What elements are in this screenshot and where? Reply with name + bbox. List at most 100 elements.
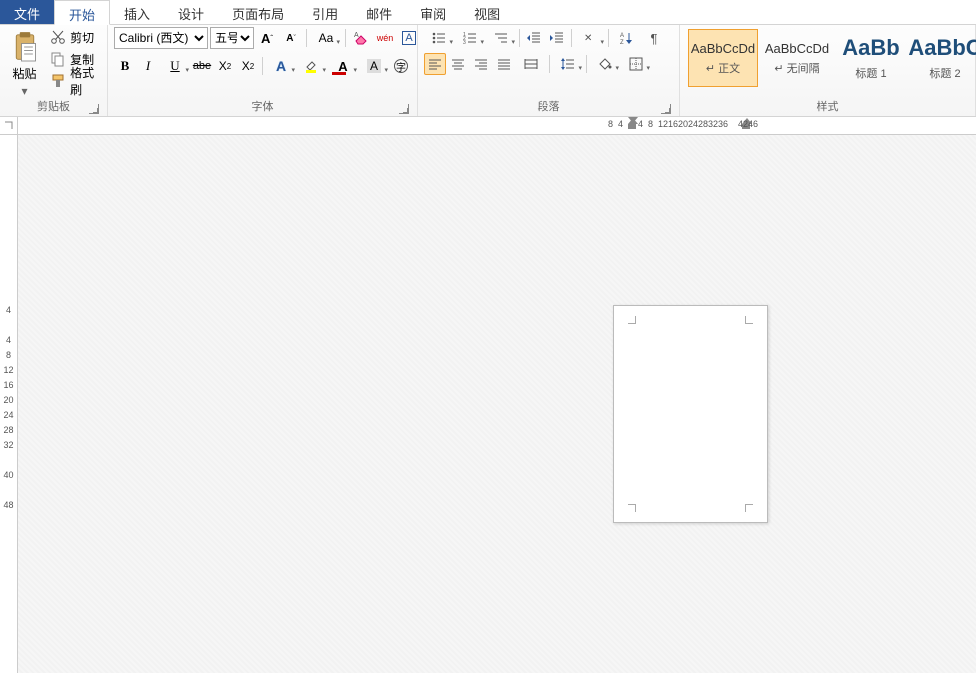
tab-layout[interactable]: 页面布局	[218, 0, 298, 24]
tab-insert[interactable]: 插入	[110, 0, 164, 24]
numbered-list-button[interactable]: 123▾	[455, 27, 485, 49]
align-right-button[interactable]	[470, 53, 492, 75]
hruler-tick: 32	[708, 119, 718, 129]
vruler-tick: 4	[0, 335, 17, 350]
chevron-down-icon: ▾	[22, 84, 28, 98]
increase-indent-button[interactable]	[546, 27, 568, 49]
borders-button[interactable]: ▾	[621, 53, 651, 75]
paragraph-launcher[interactable]	[661, 104, 671, 114]
line-spacing-button[interactable]: ▾	[553, 53, 583, 75]
style-name: 标题 2	[929, 65, 960, 81]
group-paragraph-label: 段落	[538, 101, 560, 113]
align-right-icon	[473, 56, 489, 72]
bullets-icon	[431, 30, 447, 46]
superscript-button[interactable]: X2	[237, 55, 259, 77]
tab-file[interactable]: 文件	[0, 0, 54, 24]
cut-button[interactable]: 剪切	[47, 27, 101, 47]
italic-button[interactable]: I	[137, 55, 159, 77]
svg-text:3: 3	[463, 40, 466, 46]
justify-button[interactable]	[493, 53, 515, 75]
font-family-select[interactable]: Calibri (西文)	[114, 27, 208, 49]
vruler-tick: 12	[0, 365, 17, 380]
vruler-tick: 4	[0, 305, 17, 320]
clipboard-launcher[interactable]	[89, 104, 99, 114]
vruler-tick: 32	[0, 440, 17, 455]
group-styles: AaBbCcDd↵ 正文AaBbCcDd↵ 无间隔AaBb标题 1AaBbC 标题…	[680, 25, 976, 116]
distribute-icon	[523, 56, 539, 72]
group-font: Calibri (西文) 五号 Aˆ Aˇ Aa▾ A wén A B I U▾…	[108, 25, 418, 116]
align-left-icon	[427, 56, 443, 72]
bullet-list-button[interactable]: ▾	[424, 27, 454, 49]
document-canvas[interactable]	[18, 135, 976, 673]
scissors-icon	[50, 29, 66, 45]
tab-design[interactable]: 设计	[164, 0, 218, 24]
show-marks-button[interactable]: ¶	[643, 27, 665, 49]
font-color-button[interactable]: A▾	[328, 55, 358, 77]
text-effects-button[interactable]: A▾	[266, 55, 296, 77]
style-name: ↵ 无间隔	[774, 60, 819, 76]
vruler-tick: 24	[0, 410, 17, 425]
hruler-tick: 36	[718, 119, 728, 129]
group-styles-label: 样式	[817, 101, 839, 113]
strikethrough-button[interactable]: abe	[191, 55, 213, 77]
subscript-button[interactable]: X2	[214, 55, 236, 77]
char-shading-button[interactable]: A▾	[359, 55, 389, 77]
hruler-tick: 8	[608, 119, 613, 129]
paste-label: 粘贴	[13, 65, 37, 82]
format-painter-button[interactable]: 格式刷	[47, 71, 101, 91]
ribbon-tabs: 文件 开始 插入 设计 页面布局 引用 邮件 审阅 视图	[0, 0, 976, 25]
tab-review[interactable]: 审阅	[406, 0, 460, 24]
format-painter-label: 格式刷	[70, 64, 98, 98]
hruler-tick: 8	[648, 119, 653, 129]
align-center-button[interactable]	[447, 53, 469, 75]
sort-button[interactable]: AZ	[612, 27, 642, 49]
vruler-tick	[0, 320, 17, 335]
document-page[interactable]	[613, 305, 768, 523]
style-card-2[interactable]: AaBb标题 1	[836, 29, 906, 87]
clear-formatting-button[interactable]: A	[350, 27, 372, 49]
style-card-1[interactable]: AaBbCcDd↵ 无间隔	[762, 29, 832, 87]
shrink-font-button[interactable]: Aˇ	[280, 27, 302, 49]
borders-icon	[628, 56, 644, 72]
hruler-tick: 12	[658, 119, 668, 129]
cut-label: 剪切	[70, 29, 94, 46]
group-paragraph: ▾ 123▾ ▾ ✕▾ AZ ¶ ▾ ▾	[418, 25, 680, 116]
styles-gallery[interactable]: AaBbCcDd↵ 正文AaBbCcDd↵ 无间隔AaBb标题 1AaBbC 标题…	[686, 27, 976, 89]
bucket-icon	[597, 56, 613, 72]
phonetic-guide-button[interactable]: wén	[374, 27, 396, 49]
style-card-3[interactable]: AaBbC 标题 2	[910, 29, 976, 87]
style-preview: AaBbC	[908, 35, 976, 61]
align-left-button[interactable]	[424, 53, 446, 75]
horizontal-ruler[interactable]: 8448121620242832364246	[18, 117, 976, 135]
underline-button[interactable]: U▾	[160, 55, 190, 77]
tab-view[interactable]: 视图	[460, 0, 514, 24]
font-size-select[interactable]: 五号	[210, 27, 254, 49]
multilevel-list-button[interactable]: ▾	[486, 27, 516, 49]
bold-button[interactable]: B	[114, 55, 136, 77]
highlighter-icon	[304, 58, 320, 74]
vruler-tick: 28	[0, 425, 17, 440]
font-launcher[interactable]	[399, 104, 409, 114]
hruler-tick: 4	[618, 119, 623, 129]
hruler-tick: 46	[748, 119, 758, 129]
sort-icon: AZ	[619, 30, 635, 46]
vertical-ruler[interactable]: 4481216202428324048	[0, 135, 18, 673]
change-case-button[interactable]: Aa▾	[311, 27, 341, 49]
ruler-corner[interactable]	[0, 117, 18, 135]
highlight-button[interactable]: ▾	[297, 55, 327, 77]
vruler-tick: 16	[0, 380, 17, 395]
style-card-0[interactable]: AaBbCcDd↵ 正文	[688, 29, 758, 87]
tab-mailings[interactable]: 邮件	[352, 0, 406, 24]
decrease-indent-button[interactable]	[523, 27, 545, 49]
tab-home[interactable]: 开始	[54, 0, 110, 25]
style-name: ↵ 正文	[706, 60, 740, 76]
asian-layout-button[interactable]: ✕▾	[575, 27, 605, 49]
tab-references[interactable]: 引用	[298, 0, 352, 24]
distribute-button[interactable]	[516, 53, 546, 75]
enclose-char-button[interactable]: 字	[390, 55, 412, 77]
paste-button[interactable]: 粘贴 ▾	[6, 27, 43, 100]
grow-font-button[interactable]: Aˆ	[256, 27, 278, 49]
character-border-button[interactable]: A	[398, 27, 420, 49]
hruler-tick: 42	[738, 119, 748, 129]
shading-button[interactable]: ▾	[590, 53, 620, 75]
